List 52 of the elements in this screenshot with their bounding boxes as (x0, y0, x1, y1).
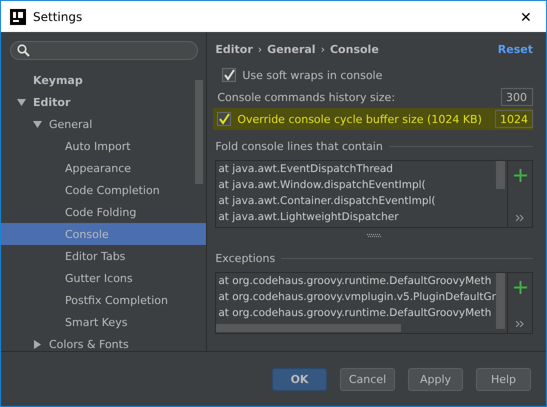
section-title: Exceptions (215, 252, 276, 264)
ok-button[interactable]: OK (272, 368, 327, 390)
checkbox[interactable] (222, 68, 236, 82)
list-item[interactable]: at java.awt.LightweightDispatcher (218, 209, 496, 225)
horizontal-scrollbar[interactable] (216, 324, 402, 332)
breadcrumb: Editor › General › Console (215, 42, 379, 56)
reset-link[interactable]: Reset (498, 42, 533, 56)
expanded-arrow-icon[interactable] (17, 98, 26, 106)
scrollbar[interactable] (496, 161, 505, 189)
add-icon[interactable] (514, 281, 526, 294)
tree-item[interactable]: Appearance (1, 157, 206, 179)
window-title: Settings (33, 10, 84, 24)
expanded-arrow-icon[interactable] (33, 120, 42, 128)
tree-item[interactable]: Editor (1, 91, 206, 113)
list-box[interactable]: at java.awt.EventDispatchThread at java.awt.Window.dispatchEventImpl( at java.awt.Container.dispatchEventImpl( at java.awt.LightweightDispatcher (215, 160, 533, 228)
more-icon[interactable] (516, 215, 524, 221)
dialog-button[interactable]: Apply (408, 368, 463, 390)
tree-item[interactable]: Postfix Completion (1, 289, 206, 311)
section-title: Fold console lines that contain (215, 140, 383, 152)
number-field[interactable]: 1024 (495, 110, 533, 128)
close-button[interactable]: ✕ (506, 1, 546, 32)
scrollbar[interactable] (496, 273, 505, 329)
list-item[interactable]: at org.codehaus.groovy.runtime.DefaultGroovyMeth (218, 273, 496, 289)
checkbox[interactable] (217, 112, 232, 126)
list-box[interactable]: at org.codehaus.groovy.runtime.DefaultGroovyMeth at org.codehaus.groovy.vmplugin.v5.PluginDefaultGr at org.codehaus.groovy.runtime.DefaultGroovyMeth (215, 272, 533, 334)
list-item[interactable]: at java.awt.Window.dispatchEventImpl( (218, 177, 496, 193)
option-label: Console commands history size: (217, 90, 396, 104)
list-item[interactable]: at org.codehaus.groovy.vmplugin.v5.PluginDefaultGr (218, 289, 496, 305)
list-item[interactable]: at org.codehaus.groovy.runtime.DefaultGroovyMeth (218, 305, 496, 321)
scrollbar[interactable] (195, 80, 204, 184)
dialog-button[interactable]: Help (476, 368, 531, 390)
tree-item[interactable]: Smart Keys (1, 311, 206, 333)
collapsed-arrow-icon[interactable] (33, 340, 42, 348)
option-label: Override console cycle buffer size (1024 KB) (237, 112, 482, 126)
more-icon[interactable] (516, 321, 524, 327)
list-item[interactable]: at java.awt.Container.dispatchEventImpl( (218, 193, 496, 209)
tree-item[interactable]: Code Folding (1, 201, 206, 223)
tree-item[interactable]: Colors & Fonts (1, 333, 206, 355)
tree-item[interactable]: Code Completion (1, 179, 206, 201)
tree-item[interactable]: Gutter Icons (1, 267, 206, 289)
tree-item[interactable]: Editor Tabs (1, 245, 206, 267)
tree-item[interactable]: General (1, 113, 206, 135)
add-icon[interactable] (514, 169, 526, 182)
number-field[interactable]: 300 (501, 88, 533, 106)
search-field[interactable] (10, 41, 198, 60)
dialog-button[interactable]: Cancel (340, 368, 395, 390)
list-item[interactable]: at java.awt.EventDispatchThread (218, 161, 496, 177)
search-icon (17, 44, 30, 57)
app-icon (10, 8, 26, 24)
tree-item[interactable]: Auto Import (1, 135, 206, 157)
option-label: Use soft wraps in console (242, 68, 382, 82)
tree-item[interactable]: Keymap (1, 69, 206, 91)
